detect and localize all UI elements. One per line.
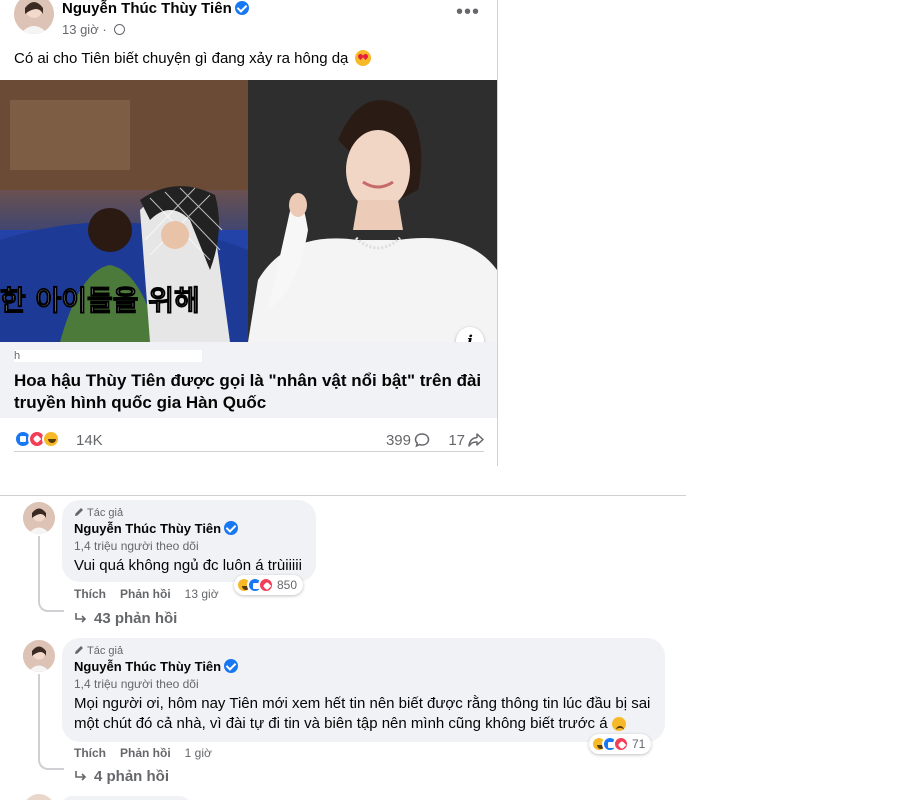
like-comment-button[interactable]: Thích [74, 746, 106, 760]
author-tag-text: Tác giả [87, 645, 124, 657]
post-text-content: Có ai cho Tiên biết chuyện gì đang xảy r… [14, 50, 349, 67]
author-tag: Tác giả [74, 644, 653, 658]
comment-avatar[interactable] [23, 640, 55, 672]
author-tag: Tác giả [74, 506, 304, 520]
comment-reactions[interactable]: 71 [589, 734, 652, 754]
thread-curve [38, 756, 64, 770]
reaction-icons[interactable] [14, 430, 60, 450]
reactions-bar: 14K 399 17 [14, 428, 484, 452]
tearful-emoji-icon [611, 717, 626, 732]
comment-author-name-text[interactable]: Nguyễn Thúc Thùy Tiên [74, 659, 221, 674]
pen-icon [75, 508, 83, 516]
thread-line [38, 674, 40, 756]
comment-bubble: Tác giả Nguyễn Thúc Thùy Tiên 1,4 triệu … [62, 638, 665, 742]
comment-author-name-text[interactable]: Nguyễn Thúc Thùy Tiên [74, 521, 221, 536]
verified-icon [234, 1, 249, 15]
comment-followers: 1,4 triệu người theo dõi [74, 677, 199, 691]
author-name-text[interactable]: Nguyễn Thúc Thùy Tiên [62, 0, 232, 17]
svg-text:한 아이들을 위해: 한 아이들을 위해 [0, 284, 200, 317]
view-replies-button[interactable]: 4 phản hồi [74, 768, 169, 785]
tv-scene-illustration: 한 아이들을 위해 [0, 80, 248, 342]
link-domain: h [14, 350, 202, 362]
love-icon [613, 735, 629, 752]
comment-bubble [62, 796, 190, 800]
comment-text: Vui quá không ngủ đc luôn á trùiiiii [74, 557, 302, 574]
reply-comment-button[interactable]: Phản hồi [120, 587, 171, 601]
heart-eyes-emoji-icon [354, 50, 371, 66]
post-card: Nguyễn Thúc Thùy Tiên 13 giờ · ••• Có ai… [0, 0, 498, 466]
comment-actions: Thích Phản hồi 1 giờ [74, 746, 212, 760]
verified-icon [224, 659, 239, 673]
comment-avatar[interactable] [23, 794, 55, 800]
comment-text: Mọi người ơi, hôm nay Tiên mới xem hết t… [74, 694, 653, 734]
comment-reactions[interactable]: 850 [234, 575, 304, 595]
link-title[interactable]: Hoa hậu Thùy Tiên được gọi là "nhân vật … [14, 370, 484, 414]
thread-line [38, 536, 40, 598]
shares-count-text[interactable]: 17 [448, 432, 465, 449]
link-preview-image[interactable]: 한 아이들을 위해 [0, 80, 497, 342]
more-icon[interactable]: ••• [456, 2, 480, 22]
comment-reactions-count: 71 [632, 736, 646, 751]
avatar-image [23, 640, 55, 672]
reply-comment-button[interactable]: Phản hồi [120, 746, 171, 760]
comment-text-content: Mọi người ơi, hôm nay Tiên mới xem hết t… [74, 695, 651, 732]
avatar-image [23, 502, 55, 534]
comment-bubble: Tác giả Nguyễn Thúc Thùy Tiên 1,4 triệu … [62, 500, 316, 582]
comment-author-name[interactable]: Nguyễn Thúc Thùy Tiên [74, 658, 653, 676]
thread-curve [38, 598, 64, 612]
love-icon [258, 576, 274, 593]
author-tag-text: Tác giả [87, 507, 124, 519]
comment-time[interactable]: 13 giờ [185, 587, 219, 601]
comment-actions: Thích Phản hồi 13 giờ [74, 587, 219, 601]
verified-icon [224, 521, 239, 535]
replies-count-text[interactable]: 4 phản hồi [94, 768, 169, 785]
comment-reactions-count: 850 [277, 577, 298, 592]
post-header: Nguyễn Thúc Thùy Tiên 13 giờ · ••• [14, 0, 494, 42]
post-text: Có ai cho Tiên biết chuyện gì đang xảy r… [14, 50, 371, 67]
reply-arrow-icon [75, 771, 87, 781]
tv-screenshot-image: 한 아이들을 위해 [0, 80, 248, 342]
globe-icon [114, 24, 126, 35]
portrait-image [248, 80, 497, 342]
author-name[interactable]: Nguyễn Thúc Thùy Tiên [62, 0, 249, 17]
post-meta: 13 giờ · [62, 22, 126, 37]
like-comment-button[interactable]: Thích [74, 587, 106, 601]
share-icon [468, 433, 484, 447]
shares-count[interactable]: 17 [448, 432, 484, 449]
post-time[interactable]: 13 giờ [62, 22, 99, 37]
avatar-image [14, 0, 54, 34]
comment-avatar[interactable] [23, 502, 55, 534]
comment-icon [414, 433, 430, 448]
replies-count-text[interactable]: 43 phản hồi [94, 610, 177, 627]
reactions-count[interactable]: 14K [76, 432, 103, 449]
comment-author-name[interactable]: Nguyễn Thúc Thùy Tiên [74, 520, 304, 538]
comment-followers: 1,4 triệu người theo dõi [74, 539, 199, 553]
reply-arrow-icon [75, 613, 87, 623]
pen-icon [75, 646, 83, 654]
comments-count[interactable]: 399 [386, 432, 430, 449]
portrait-illustration [248, 80, 497, 342]
section-divider [0, 495, 686, 496]
author-avatar[interactable] [14, 0, 54, 34]
link-preview-box[interactable]: h Hoa hậu Thùy Tiên được gọi là "nhân vậ… [0, 342, 497, 418]
comments-count-text[interactable]: 399 [386, 432, 411, 449]
haha-icon [42, 430, 60, 448]
comment-time[interactable]: 1 giờ [185, 746, 212, 760]
view-replies-button[interactable]: 43 phản hồi [74, 610, 177, 627]
